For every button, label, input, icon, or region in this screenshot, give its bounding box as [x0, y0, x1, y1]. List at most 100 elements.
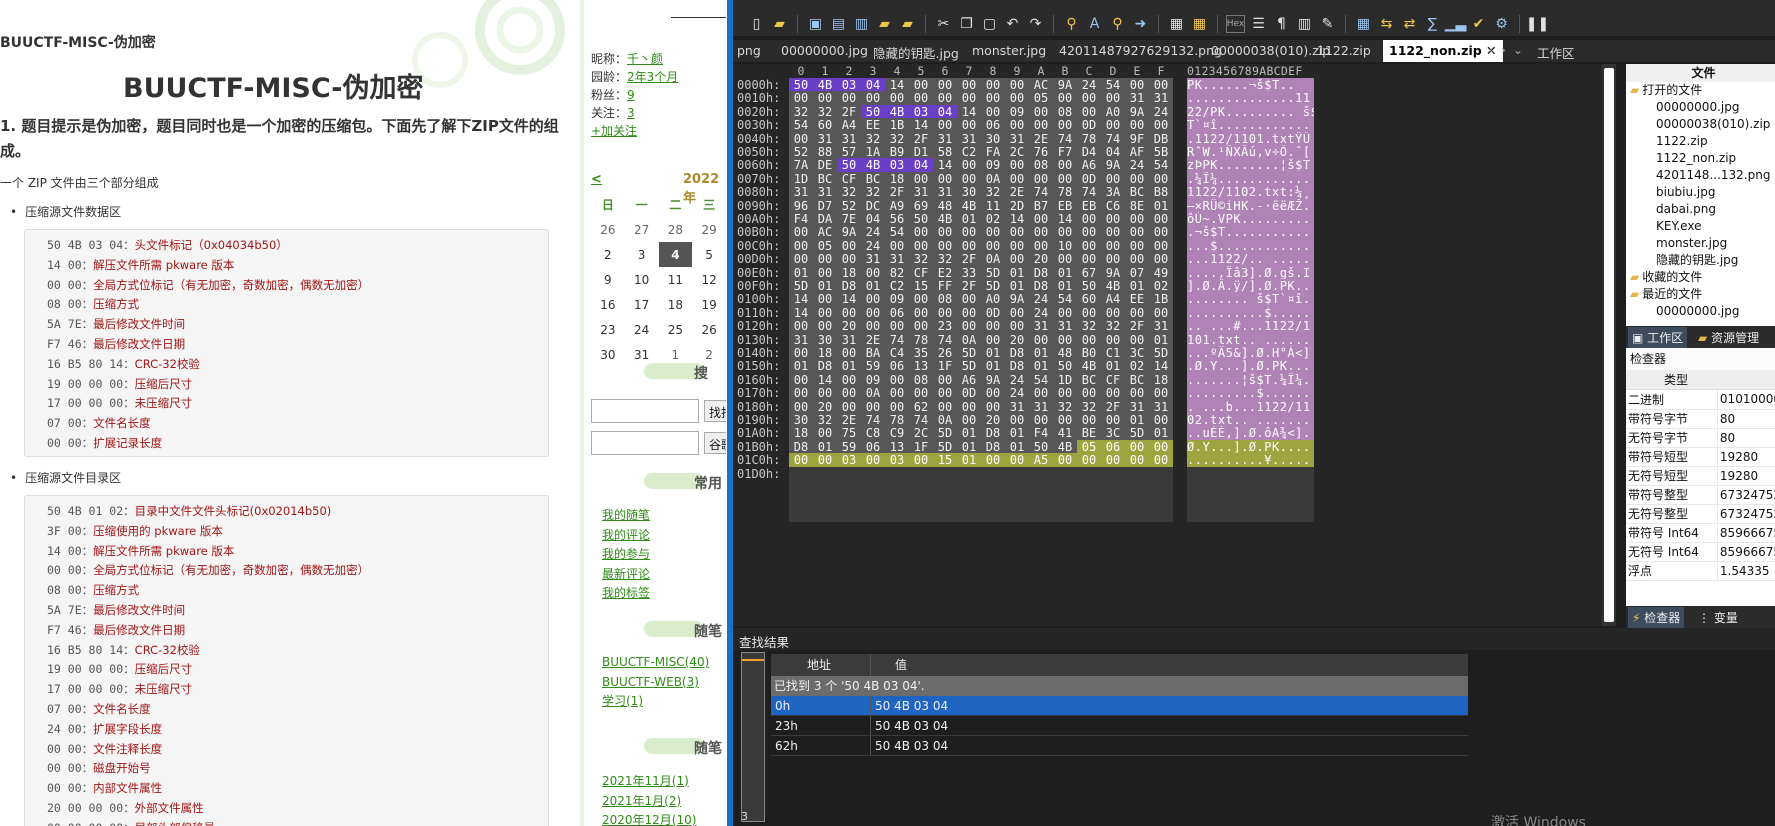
- calendar-day[interactable]: 11: [659, 267, 693, 292]
- tab-png[interactable]: png: [737, 43, 761, 58]
- tab-scroll-right-icon[interactable]: ›: [1501, 43, 1506, 57]
- open-file-item[interactable]: biubiu.jpg: [1626, 184, 1775, 201]
- calendar-day[interactable]: 25: [659, 317, 693, 342]
- calendar-day[interactable]: 19: [692, 292, 726, 317]
- open-file-item[interactable]: 4201148...132.png: [1626, 167, 1775, 184]
- sidebar-link[interactable]: 我的随笔: [602, 506, 650, 526]
- open-file-item[interactable]: monster.jpg: [1626, 235, 1775, 252]
- calendar-day[interactable]: 2: [591, 242, 625, 267]
- paragraph-icon[interactable]: ¶: [1272, 15, 1291, 33]
- tab-1122-zip[interactable]: 1122.zip: [1317, 43, 1371, 58]
- template-icon[interactable]: ▦: [1167, 15, 1186, 33]
- calendar-day[interactable]: 17: [625, 292, 659, 317]
- scrollbar-thumb[interactable]: [1604, 68, 1614, 622]
- value-column-header[interactable]: 值: [871, 654, 907, 676]
- inspector-value[interactable]: 80: [1717, 409, 1775, 429]
- sidebar-link[interactable]: 学习(1): [602, 692, 709, 712]
- calendar-day[interactable]: 10: [625, 267, 659, 292]
- inspector-row[interactable]: 带符号 Int64 85966675: [1626, 523, 1775, 543]
- google-search-button[interactable]: 谷歌: [704, 432, 726, 454]
- recent-file-item[interactable]: 00000000.jpg: [1626, 303, 1775, 320]
- google-search-input[interactable]: [591, 431, 699, 455]
- find-result-row[interactable]: 0h 50 4B 03 04: [771, 696, 1468, 716]
- tab-hidden-key-jpg[interactable]: 隐藏的钥匙.jpg: [873, 43, 959, 62]
- inspector-row[interactable]: 无符号 Int64 85966675: [1626, 542, 1775, 562]
- open-file-item[interactable]: dabai.png: [1626, 201, 1775, 218]
- checksum-icon[interactable]: ∑: [1423, 15, 1442, 33]
- inspector-value[interactable]: 80: [1717, 428, 1775, 448]
- compare-icon[interactable]: ⇄: [1400, 15, 1419, 33]
- sidebar-link[interactable]: 2021年1月(2): [602, 792, 696, 812]
- sidebar-link[interactable]: 2020年12月(10): [602, 811, 696, 826]
- find-icon[interactable]: ⚲: [1062, 15, 1081, 33]
- find-result-row[interactable]: 62h 50 4B 03 04: [771, 736, 1468, 756]
- inspector-value[interactable]: 85966675: [1717, 523, 1775, 543]
- sidebar-link[interactable]: 最新评论: [602, 565, 650, 585]
- search-input[interactable]: [591, 399, 699, 423]
- calendar-prev-link[interactable]: <: [591, 172, 602, 187]
- pause-icon[interactable]: ❚❚: [1526, 15, 1549, 33]
- open-folder-icon[interactable]: ▰: [770, 15, 789, 33]
- open-file-item[interactable]: 00000000.jpg: [1626, 99, 1775, 116]
- inspector-row[interactable]: 带符号短型 19280: [1626, 447, 1775, 467]
- inspector-row[interactable]: 无符号字节 80: [1626, 428, 1775, 448]
- sidebar-link[interactable]: 我的评论: [602, 526, 650, 546]
- tab-00000038-zip[interactable]: 00000038(010).zip: [1211, 43, 1330, 58]
- calendar-day[interactable]: 5: [692, 242, 726, 267]
- calendar-day[interactable]: 27: [625, 217, 659, 242]
- add-follow-link[interactable]: +加关注: [591, 124, 637, 138]
- columns-icon[interactable]: ▥: [1295, 15, 1314, 33]
- hex-scrollbar[interactable]: [1602, 64, 1616, 626]
- sidebar-link[interactable]: BUUCTF-MISC(40): [602, 653, 709, 673]
- favorites-folder[interactable]: ▰ 收藏的文件: [1626, 269, 1775, 286]
- redo-icon[interactable]: ↷: [1026, 15, 1045, 33]
- cut-icon[interactable]: ✂: [934, 15, 953, 33]
- menu-bar[interactable]: [733, 0, 1775, 12]
- tab-resources[interactable]: ▰ 资源管理: [1698, 329, 1759, 346]
- tab-long-png[interactable]: 42011487927629132.png: [1059, 43, 1222, 58]
- open-file-item[interactable]: KEY.exe: [1626, 218, 1775, 235]
- tab-monster-jpg[interactable]: monster.jpg: [972, 43, 1046, 58]
- sidebar-link[interactable]: 我的参与: [602, 545, 650, 565]
- undo-icon[interactable]: ↶: [1003, 15, 1022, 33]
- tab-list-icon[interactable]: ⌄: [1513, 43, 1523, 57]
- inspector-row[interactable]: 二进制 01010000: [1626, 390, 1775, 410]
- inspector-value[interactable]: 19280: [1717, 447, 1775, 467]
- inspector-value[interactable]: 67324752: [1717, 485, 1775, 505]
- save-as-icon[interactable]: ▤: [829, 15, 848, 33]
- inspector-value[interactable]: 67324752: [1717, 504, 1775, 524]
- inspector-value[interactable]: 01010000: [1717, 390, 1775, 410]
- highlight-icon[interactable]: ✎: [1318, 15, 1337, 33]
- address-column-header[interactable]: 地址: [771, 654, 871, 676]
- open-file-item[interactable]: 隐藏的钥匙.jpg: [1626, 252, 1775, 269]
- paste-icon[interactable]: ▢: [980, 15, 999, 33]
- run-script-icon[interactable]: ⚙: [1492, 15, 1511, 33]
- find-button[interactable]: 找找: [704, 400, 726, 422]
- sidebar-link[interactable]: 我的标签: [602, 584, 650, 604]
- calendar-day[interactable]: 9: [591, 267, 625, 292]
- inspector-row[interactable]: 带符号整型 67324752: [1626, 485, 1775, 505]
- find-result-row[interactable]: 23h 50 4B 03 04: [771, 716, 1468, 736]
- script-icon[interactable]: ▦: [1190, 15, 1209, 33]
- save-icon[interactable]: ▣: [806, 15, 825, 33]
- folder-icon[interactable]: ▰: [875, 15, 894, 33]
- find-replace-icon[interactable]: A: [1085, 15, 1104, 33]
- tab-00000000-jpg[interactable]: 00000000.jpg: [781, 43, 868, 58]
- calendar-day[interactable]: 12: [692, 267, 726, 292]
- calendar-day[interactable]: 29: [692, 217, 726, 242]
- new-file-icon[interactable]: ▯: [747, 15, 766, 33]
- inspector-value[interactable]: 85966675: [1717, 542, 1775, 562]
- post-title[interactable]: BUUCTF-MISC-伪加密: [123, 66, 423, 105]
- calendar-day[interactable]: 24: [625, 317, 659, 342]
- histogram-icon[interactable]: ▁▃: [1445, 15, 1467, 33]
- tab-scroll-left-icon[interactable]: ‹: [1489, 43, 1494, 57]
- tab-1122-non-zip-active[interactable]: 1122_non.zip ✕: [1383, 40, 1503, 62]
- address-icon[interactable]: ☰: [1249, 15, 1268, 33]
- post-breadcrumb-title[interactable]: BUUCTF-MISC-伪加密: [0, 32, 156, 52]
- run-template-icon[interactable]: ✔: [1469, 15, 1488, 33]
- import-icon[interactable]: ⇆: [1377, 15, 1396, 33]
- sidebar-link[interactable]: BUUCTF-WEB(3): [602, 673, 709, 693]
- workspace-tab[interactable]: 工作区: [1537, 43, 1575, 62]
- hex-mode-icon[interactable]: Hex: [1226, 15, 1245, 33]
- inspector-value[interactable]: 19280: [1717, 466, 1775, 486]
